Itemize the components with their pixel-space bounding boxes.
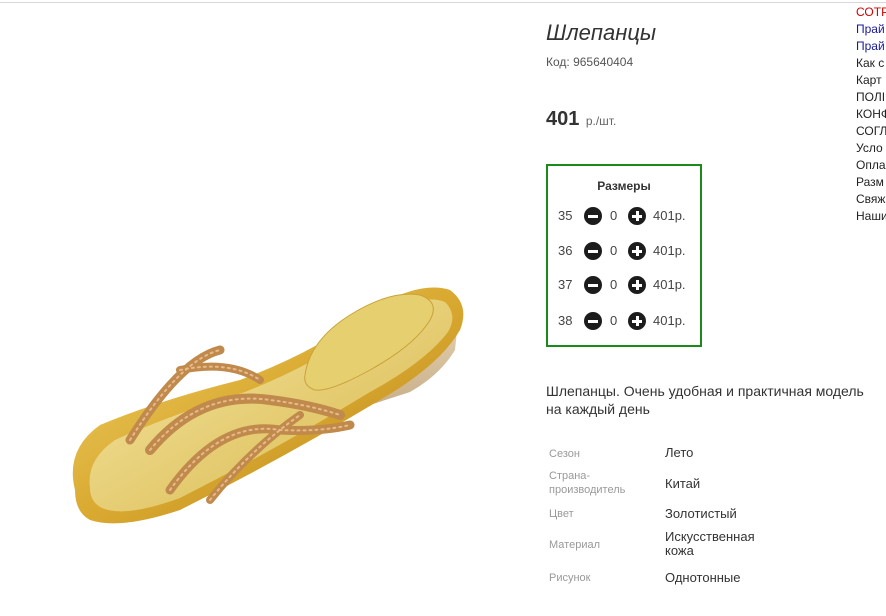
increase-quantity-button[interactable] — [628, 276, 646, 294]
attribute-value: Золотистый — [665, 506, 737, 521]
attribute-value: Однотонные — [665, 570, 741, 585]
size-price: 401р. — [653, 313, 686, 328]
quantity-value: 0 — [610, 208, 618, 223]
side-menu-link[interactable]: Свяж — [856, 191, 886, 208]
product-title: Шлепанцы — [546, 20, 657, 45]
side-menu-link[interactable]: Прай — [856, 21, 886, 38]
price-value: 401 — [546, 108, 580, 130]
size-price: 401р. — [653, 208, 686, 223]
size-row: 35 0 401р. — [548, 206, 700, 226]
attribute-value: Китай — [665, 476, 701, 491]
attribute-label: Цвет — [549, 508, 574, 520]
attribute-value: Искусственная кожа — [665, 529, 755, 558]
attribute-value: Лето — [665, 445, 694, 460]
sizes-title: Размеры — [597, 179, 651, 193]
attribute-label: Страна-производитель — [549, 470, 626, 496]
size-price: 401р. — [653, 277, 686, 292]
size-value: 37 — [558, 277, 573, 292]
size-value: 35 — [558, 208, 573, 223]
side-menu-link[interactable]: ПОЛІ — [856, 89, 886, 106]
side-menu-link[interactable]: Разм — [856, 174, 886, 191]
size-value: 36 — [558, 243, 573, 258]
quantity-value: 0 — [610, 277, 618, 292]
size-row: 38 0 401р. — [548, 311, 700, 331]
product-code: Код: 965640404 — [546, 55, 634, 69]
side-menu-link[interactable]: Усло — [856, 140, 886, 157]
decrease-quantity-button[interactable] — [584, 242, 602, 260]
side-menu-link[interactable]: КОНФ — [856, 106, 886, 123]
side-menu-link[interactable]: Наши — [856, 208, 886, 225]
size-price: 401р. — [653, 243, 686, 258]
side-menu-link[interactable]: СОГЛ — [856, 123, 886, 140]
product-image — [72, 287, 464, 524]
top-divider — [0, 2, 886, 3]
decrease-quantity-button[interactable] — [584, 276, 602, 294]
attribute-label: Рисунок — [549, 572, 591, 584]
side-menu-link[interactable]: Опла — [856, 157, 886, 174]
size-row: 37 0 401р. — [548, 275, 700, 295]
side-menu: СОТР Прай Прай Как с Карт ПОЛІ КОНФ СОГЛ… — [856, 4, 886, 225]
increase-quantity-button[interactable] — [628, 312, 646, 330]
side-menu-link[interactable]: Как с — [856, 55, 886, 72]
side-menu-link[interactable]: Карт — [856, 72, 886, 89]
attribute-label: Материал — [549, 539, 600, 551]
side-menu-link[interactable]: Прай — [856, 38, 886, 55]
increase-quantity-button[interactable] — [628, 207, 646, 225]
price-unit: р./шт. — [585, 114, 617, 128]
quantity-value: 0 — [610, 313, 618, 328]
quantity-value: 0 — [610, 243, 618, 258]
size-value: 38 — [558, 313, 573, 328]
side-menu-link[interactable]: СОТР — [856, 4, 886, 21]
attribute-label: Сезон — [549, 448, 580, 460]
increase-quantity-button[interactable] — [628, 242, 646, 260]
size-row: 36 0 401р. — [548, 241, 700, 261]
decrease-quantity-button[interactable] — [584, 207, 602, 225]
sizes-panel: Размеры 35 0 401р. 36 0 401р. 37 0 401р.… — [546, 164, 702, 347]
product-price: 401 р./шт. — [546, 108, 616, 131]
decrease-quantity-button[interactable] — [584, 312, 602, 330]
product-description: Шлепанцы. Очень удобная и практичная мод… — [546, 383, 864, 417]
